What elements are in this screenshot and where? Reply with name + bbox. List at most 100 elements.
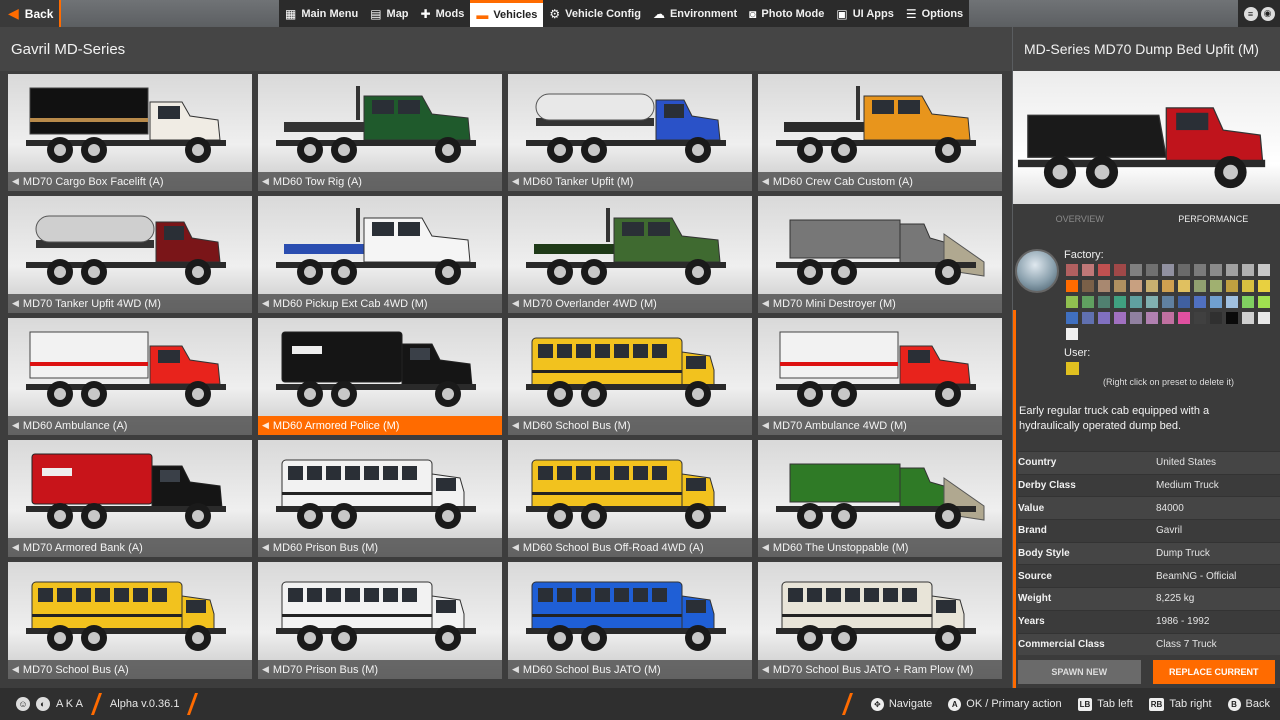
paint-swatch[interactable] — [1194, 264, 1206, 276]
paint-swatch[interactable] — [1178, 312, 1190, 324]
paint-swatch[interactable] — [1162, 280, 1174, 292]
vehicle-tile[interactable]: ◀ MD60 The Unstoppable (M) — [758, 440, 1002, 557]
paint-swatch[interactable] — [1194, 280, 1206, 292]
vehicle-tile[interactable]: ◀ MD70 Prison Bus (M) — [258, 562, 502, 679]
vehicle-tile[interactable]: ◀ MD60 School Bus Off-Road 4WD (A) — [508, 440, 752, 557]
paint-swatch[interactable] — [1066, 280, 1078, 292]
replace-current-button[interactable]: REPLACE CURRENT — [1152, 660, 1275, 684]
tab-photo-mode[interactable]: ◙ Photo Mode — [743, 0, 830, 27]
info-key: Weight — [1018, 593, 1052, 605]
main-navigation: ▦ Main Menu ▤ Map ✚ Mods ▬ Vehicles ⚙ Ve… — [279, 0, 970, 27]
paint-swatch[interactable] — [1066, 264, 1078, 276]
tab-label: Mods — [435, 7, 465, 20]
paint-swatch[interactable] — [1114, 312, 1126, 324]
paint-swatch[interactable] — [1114, 264, 1126, 276]
tab-ui-apps[interactable]: ▣ UI Apps — [830, 0, 900, 27]
tab-options[interactable]: ☰ Options — [900, 0, 969, 27]
paint-swatch[interactable] — [1226, 296, 1238, 308]
paint-swatch[interactable] — [1082, 312, 1094, 324]
paint-swatch[interactable] — [1162, 312, 1174, 324]
paint-swatch[interactable] — [1178, 280, 1190, 292]
vehicle-tile-label: ◀ MD60 Tanker Upfit (M) — [508, 172, 752, 191]
vehicle-tile[interactable]: ◀ MD70 Mini Destroyer (M) — [758, 196, 1002, 313]
tab-label: Vehicles — [493, 9, 538, 21]
menu-icon[interactable]: ≡ — [1243, 6, 1258, 21]
paint-swatch[interactable] — [1098, 312, 1110, 324]
paint-swatch[interactable] — [1130, 280, 1142, 292]
back-button[interactable]: ◀ Back — [0, 0, 61, 27]
tab-map[interactable]: ▤ Map — [364, 0, 414, 27]
paint-swatch[interactable] — [1210, 312, 1222, 324]
tab-performance[interactable]: PERFORMANCE — [1147, 207, 1280, 231]
tab-environment[interactable]: ☁ Environment — [647, 0, 743, 27]
paint-swatch[interactable] — [1210, 280, 1222, 292]
vehicle-tile[interactable]: ◀ MD70 Overlander 4WD (M) — [508, 196, 752, 313]
paint-swatch[interactable] — [1178, 264, 1190, 276]
vehicle-tile[interactable]: ◀ MD70 School Bus JATO + Ram Plow (M) — [758, 562, 1002, 679]
paint-swatch[interactable] — [1114, 296, 1126, 308]
tab-main-menu[interactable]: ▦ Main Menu — [279, 0, 364, 27]
vehicle-tile-label: ◀ MD60 Pickup Ext Cab 4WD (M) — [258, 294, 502, 313]
paint-swatch[interactable] — [1130, 312, 1142, 324]
paint-swatch[interactable] — [1146, 264, 1158, 276]
vehicle-tile[interactable]: ◀ MD60 School Bus (M) — [508, 318, 752, 435]
paint-swatch[interactable] — [1146, 280, 1158, 292]
vehicle-tile[interactable]: ◀ MD70 School Bus (A) — [8, 562, 252, 679]
paint-swatch[interactable] — [1258, 280, 1270, 292]
paint-swatch[interactable] — [1194, 296, 1206, 308]
paint-swatch[interactable] — [1098, 280, 1110, 292]
paint-swatch[interactable] — [1258, 296, 1270, 308]
tab-vehicles[interactable]: ▬ Vehicles — [470, 0, 544, 27]
paint-swatch[interactable] — [1130, 296, 1142, 308]
paint-swatch[interactable] — [1210, 264, 1222, 276]
vehicle-thumbnail — [526, 459, 726, 529]
vehicle-tile[interactable]: ◀ MD70 Cargo Box Facelift (A) — [8, 74, 252, 191]
paint-swatch[interactable] — [1242, 312, 1254, 324]
paint-swatch[interactable] — [1098, 296, 1110, 308]
paint-swatch[interactable] — [1114, 280, 1126, 292]
paint-swatch[interactable] — [1178, 296, 1190, 308]
controller-icon[interactable]: ◉ — [1260, 6, 1275, 21]
paint-swatch[interactable] — [1066, 312, 1078, 324]
vehicle-tile[interactable]: ◀ MD60 Crew Cab Custom (A) — [758, 74, 1002, 191]
paint-swatch[interactable] — [1258, 264, 1270, 276]
vehicle-tile[interactable]: ◀ MD60 School Bus JATO (M) — [508, 562, 752, 679]
spawn-new-button[interactable]: SPAWN NEW — [1018, 660, 1141, 684]
paint-swatch[interactable] — [1082, 264, 1094, 276]
paint-swatch[interactable] — [1210, 296, 1222, 308]
paint-swatch[interactable] — [1066, 296, 1078, 308]
vehicle-tile[interactable]: ◀ MD60 Prison Bus (M) — [258, 440, 502, 557]
vehicle-tile[interactable]: ◀ MD70 Tanker Upfit 4WD (M) — [8, 196, 252, 313]
paint-swatch[interactable] — [1098, 264, 1110, 276]
paint-swatch[interactable] — [1242, 296, 1254, 308]
tab-vehicle-config[interactable]: ⚙ Vehicle Config — [543, 0, 647, 27]
vehicle-tile[interactable]: ◀ MD70 Ambulance 4WD (M) — [758, 318, 1002, 435]
paint-swatch[interactable] — [1226, 264, 1238, 276]
paint-swatch[interactable] — [1082, 296, 1094, 308]
vehicle-tile[interactable]: ◀ MD60 Ambulance (A) — [8, 318, 252, 435]
paint-swatch[interactable] — [1146, 296, 1158, 308]
paint-swatch[interactable] — [1242, 280, 1254, 292]
paint-swatch[interactable] — [1162, 264, 1174, 276]
vehicle-tile[interactable]: ◀ MD60 Tow Rig (A) — [258, 74, 502, 191]
vehicle-tile[interactable]: ◀ MD70 Armored Bank (A) — [8, 440, 252, 557]
paint-swatch[interactable] — [1258, 312, 1270, 324]
paint-swatch[interactable] — [1194, 312, 1206, 324]
info-value: Medium Truck — [1156, 480, 1219, 492]
vehicle-tile[interactable]: ◀ MD60 Pickup Ext Cab 4WD (M) — [258, 196, 502, 313]
vehicle-tile[interactable]: ◀ MD60 Armored Police (M) — [258, 318, 502, 435]
paint-swatch[interactable] — [1146, 312, 1158, 324]
tab-overview[interactable]: OVERVIEW — [1013, 207, 1147, 231]
paint-swatch[interactable] — [1082, 280, 1094, 292]
top-bar: ◀ Back ▦ Main Menu ▤ Map ✚ Mods ▬ Vehicl… — [0, 0, 1280, 27]
paint-swatch[interactable] — [1066, 328, 1078, 340]
vehicle-tile[interactable]: ◀ MD60 Tanker Upfit (M) — [508, 74, 752, 191]
paint-swatch[interactable] — [1226, 312, 1238, 324]
paint-swatch[interactable] — [1130, 264, 1142, 276]
paint-swatch[interactable] — [1226, 280, 1238, 292]
paint-swatch[interactable] — [1242, 264, 1254, 276]
hint-label: Back — [1245, 698, 1270, 710]
paint-swatch[interactable] — [1162, 296, 1174, 308]
tab-mods[interactable]: ✚ Mods — [415, 0, 471, 27]
user-paint-swatch[interactable] — [1066, 362, 1079, 375]
